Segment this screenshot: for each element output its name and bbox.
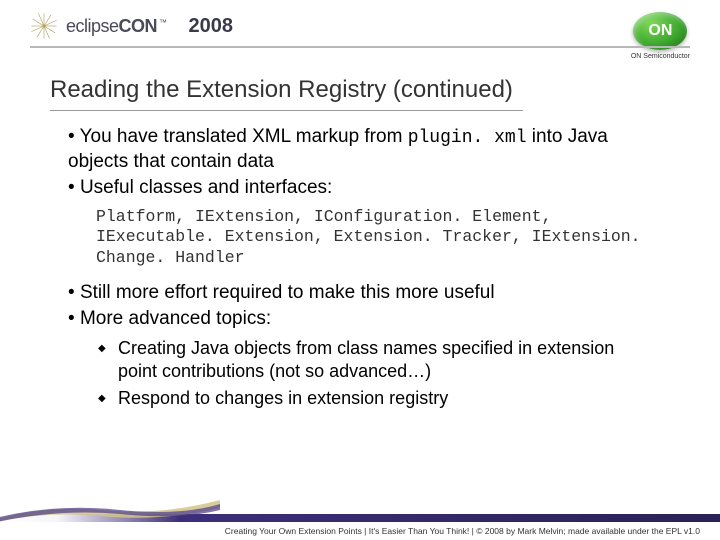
bullet-item: You have translated XML markup from plug… (68, 125, 652, 174)
bullet-text: You have translated XML markup from (80, 126, 408, 147)
bullet-item: Useful classes and interfaces: (68, 176, 652, 200)
trademark-symbol: ™ (159, 18, 167, 27)
sub-bullet-item: Respond to changes in extension registry (98, 387, 652, 410)
on-badge-icon: ON (633, 12, 687, 50)
slide-content: You have translated XML markup from plug… (0, 125, 720, 410)
slide-header: eclipseCON™ 2008 ON ON Semiconductor (0, 0, 720, 62)
bullet-text: Useful classes and interfaces: (80, 177, 332, 198)
conference-name-bold: CON (119, 16, 158, 36)
conference-name: eclipseCON™ (66, 16, 167, 37)
burst-icon (30, 12, 58, 40)
footer-swoosh-icon (0, 496, 220, 526)
bullet-text: More advanced topics: (80, 308, 271, 329)
bullet-item: Still more effort required to make this … (68, 281, 652, 305)
sub-bullet-list: Creating Java objects from class names s… (68, 333, 652, 410)
sub-bullet-item: Creating Java objects from class names s… (98, 337, 652, 383)
slide-footer: Creating Your Own Extension Points | It'… (0, 498, 720, 540)
sponsor-logo: ON ON Semiconductor (631, 12, 690, 60)
conference-year: 2008 (189, 15, 234, 38)
slide-title: Reading the Extension Registry (continue… (50, 62, 523, 111)
conference-name-light: eclipse (66, 16, 119, 36)
bullet-text: Still more effort required to make this … (80, 282, 495, 303)
inline-code: plugin. xml (408, 128, 527, 148)
conference-logo: eclipseCON™ 2008 (30, 12, 233, 40)
bullet-item: More advanced topics: (68, 307, 652, 331)
footer-text: Creating Your Own Extension Points | It'… (225, 526, 700, 536)
title-container: Reading the Extension Registry (continue… (0, 62, 720, 125)
sponsor-name: ON Semiconductor (631, 53, 690, 60)
code-block: Platform, IExtension, IConfiguration. El… (68, 203, 652, 281)
